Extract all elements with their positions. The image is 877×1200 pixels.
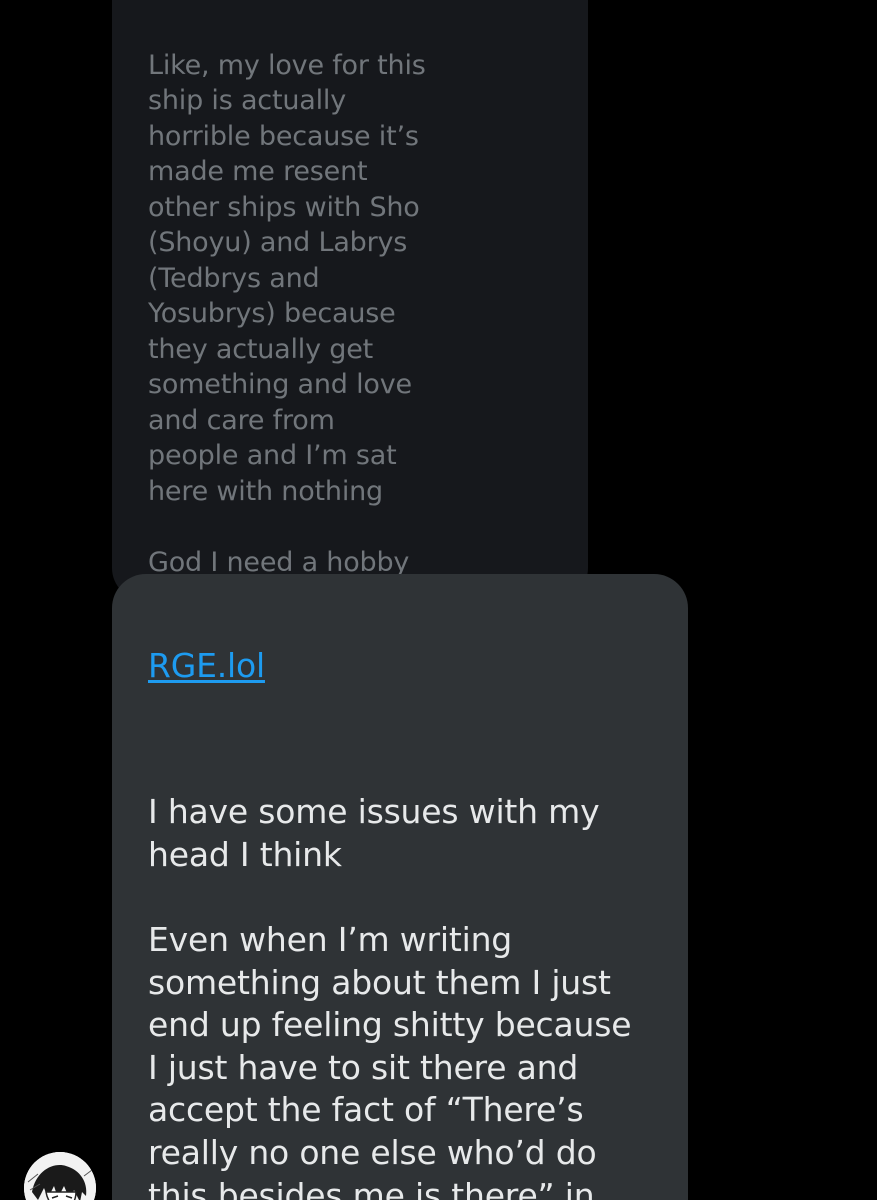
message-bubble-previous[interactable]: Like, my love for this ship is actually …	[112, 0, 588, 600]
message-link[interactable]: RGE.lol	[148, 645, 658, 687]
message-bubble-current[interactable]: RGE.lol I have some issues with my head …	[112, 574, 688, 1200]
manga-character-avatar-icon	[24, 1152, 96, 1200]
message-text: I have some issues with my head I think …	[148, 792, 632, 1200]
avatar[interactable]	[24, 1152, 96, 1200]
message-text: Like, my love for this ship is actually …	[148, 49, 426, 578]
